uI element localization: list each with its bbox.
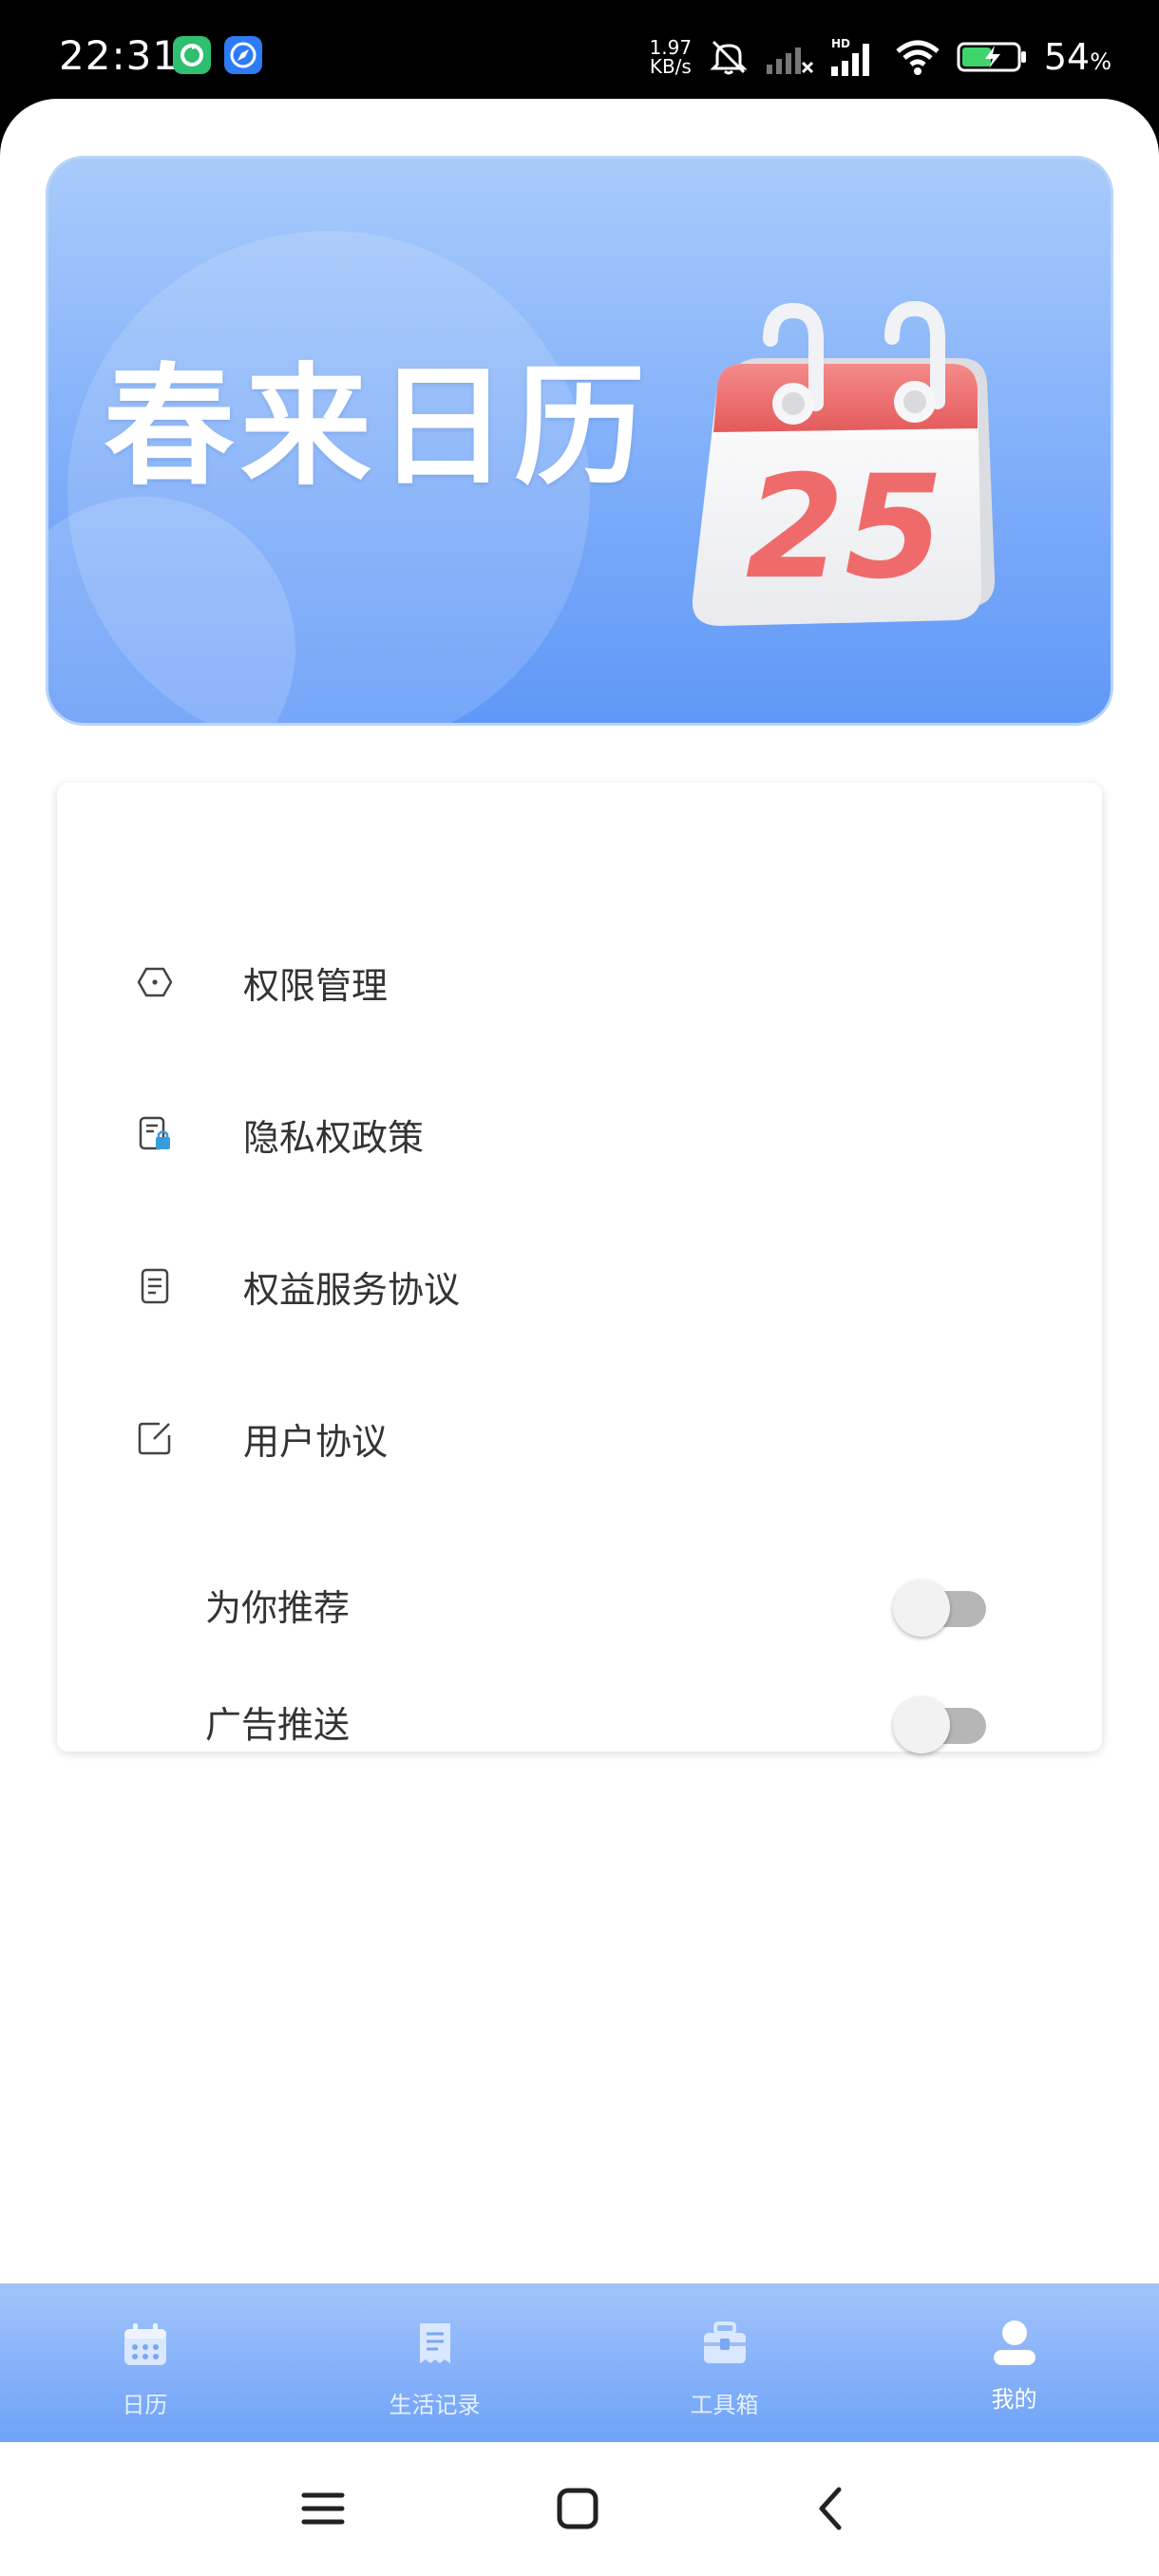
ad-push-toggle[interactable]	[893, 1693, 988, 1753]
menu-item-permissions[interactable]: 权限管理	[57, 925, 1102, 1039]
toggle-row-recommendations: 为你推荐	[57, 1547, 1102, 1661]
app-banner: 春来日历 25	[46, 156, 1113, 726]
user-icon	[988, 2318, 1041, 2371]
net-speed-unit: KB/s	[649, 55, 692, 78]
app-compass-icon	[224, 36, 262, 74]
toggle-thumb	[893, 1696, 950, 1753]
system-nav-bar	[0, 2442, 1159, 2576]
nav-tab-calendar[interactable]: 日历	[0, 2283, 290, 2442]
calendar-illustration: 25	[675, 292, 1055, 675]
battery-charging-icon	[957, 38, 1029, 76]
hexagon-dot-icon	[137, 964, 173, 1000]
toggle-label: 为你推荐	[205, 1586, 351, 1629]
menu-item-label: 隐私权政策	[243, 1116, 425, 1159]
bottom-nav: 日历 生活记录 工具箱 我的	[0, 2283, 1159, 2442]
toggle-row-ad-push: 广告推送	[57, 1669, 1102, 1773]
wifi-icon	[894, 38, 941, 76]
nav-tab-toolbox[interactable]: 工具箱	[580, 2283, 869, 2442]
settings-page: 春来日历 25 权限管理 隐私权政策 权益服务协议 用户协议 为你推荐 广告推送	[0, 99, 1159, 2442]
menu-item-service-agreement[interactable]: 权益服务协议	[57, 1229, 1102, 1343]
app-title: 春来日历	[104, 350, 652, 503]
settings-card: 权限管理 隐私权政策 权益服务协议 用户协议 为你推荐 广告推送	[57, 783, 1102, 1753]
net-speed: 1.97 KB/s	[649, 38, 693, 76]
nav-tab-life-records[interactable]: 生活记录	[290, 2283, 580, 2442]
toggle-thumb	[893, 1580, 950, 1637]
app-green-icon	[173, 36, 211, 74]
status-time: 22:31	[59, 32, 180, 79]
nav-label: 生活记录	[389, 2392, 481, 2418]
nav-tab-mine[interactable]: 我的	[869, 2283, 1159, 2442]
battery-percent: 54%	[1043, 36, 1112, 78]
privacy-lock-doc-icon	[137, 1116, 173, 1152]
signal-weak-icon	[765, 38, 814, 76]
net-speed-value: 1.97	[649, 36, 693, 59]
menu-item-privacy-policy[interactable]: 隐私权政策	[57, 1077, 1102, 1191]
menu-item-label: 权益服务协议	[243, 1268, 461, 1311]
nav-label: 日历	[122, 2392, 168, 2418]
back-icon[interactable]	[803, 2480, 860, 2537]
menu-item-label: 用户协议	[243, 1420, 389, 1463]
menu-icon[interactable]	[294, 2480, 352, 2537]
mute-icon	[708, 36, 750, 78]
document-icon	[137, 1268, 173, 1304]
toolbox-icon	[698, 2318, 751, 2371]
menu-item-label: 权限管理	[243, 964, 389, 1007]
home-icon[interactable]	[549, 2480, 606, 2537]
receipt-icon	[408, 2318, 462, 2371]
edit-square-icon	[137, 1420, 173, 1456]
nav-label: 我的	[991, 2386, 1037, 2413]
recommendations-toggle[interactable]	[893, 1576, 988, 1637]
calendar-day-number: 25	[746, 445, 944, 611]
menu-item-user-agreement[interactable]: 用户协议	[57, 1381, 1102, 1495]
calendar-icon	[119, 2318, 172, 2371]
status-bar: 22:31 1.97 KB/s HD 54%	[0, 0, 1159, 104]
signal-hd-icon: HD	[829, 36, 879, 78]
status-indicators: 1.97 KB/s HD 54%	[649, 30, 1112, 84]
network-badge: HD	[831, 37, 850, 50]
toggle-label: 广告推送	[205, 1703, 351, 1746]
nav-label: 工具箱	[690, 2392, 759, 2418]
